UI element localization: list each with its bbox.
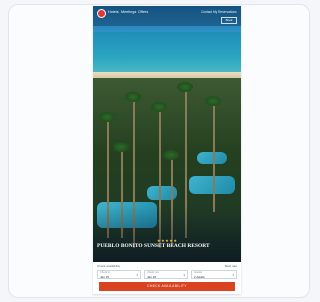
- palm-frond: [125, 92, 141, 102]
- pool: [197, 152, 227, 164]
- guests-value: 2 Adults: [194, 274, 205, 279]
- palm-frond: [163, 150, 179, 160]
- brand-logo[interactable]: [97, 9, 106, 18]
- booking-heading-right: Best rate: [224, 264, 237, 268]
- palm-frond: [113, 142, 129, 152]
- guests-field[interactable]: Guests 2 Adults ▾: [191, 270, 237, 279]
- palm-frond: [151, 102, 167, 112]
- booking-heading: Check availability: [97, 264, 121, 268]
- nav-link-offers[interactable]: Offers: [138, 10, 148, 14]
- checkin-value: Jan 15: [100, 274, 110, 279]
- nav-link-hotels[interactable]: Hotels: [108, 10, 119, 14]
- sea: [93, 32, 241, 76]
- check-availability-button[interactable]: CHECK AVAILABILITY: [99, 282, 235, 291]
- hero-title: PUEBLO BONITO SUNSET BEACH RESORT: [97, 243, 210, 249]
- booking-panel: Check availability Best rate Check in Ja…: [93, 262, 241, 294]
- chevron-down-icon: ▾: [136, 273, 138, 277]
- palm-frond: [177, 82, 193, 92]
- palm-frond: [205, 96, 221, 106]
- top-nav: Hotels Meetings Offers Contact My Reserv…: [93, 6, 241, 26]
- checkout-field[interactable]: Check out Jan 18 ▾: [144, 270, 188, 279]
- website-screenshot: Hotels Meetings Offers Contact My Reserv…: [93, 6, 241, 294]
- palm-tree: [213, 102, 215, 212]
- checkout-value: Jan 18: [147, 274, 157, 279]
- nav-link-meetings[interactable]: Meetings: [121, 10, 136, 14]
- chevron-down-icon: ▾: [232, 273, 234, 277]
- chevron-down-icon: ▾: [183, 273, 185, 277]
- book-badge[interactable]: Book: [221, 17, 237, 24]
- palm-frond: [99, 112, 115, 122]
- nav-link-contact[interactable]: Contact: [201, 10, 212, 14]
- pool: [189, 176, 235, 194]
- checkin-field[interactable]: Check in Jan 15 ▾: [97, 270, 141, 279]
- nav-link-reservations[interactable]: My Reservations: [213, 10, 237, 14]
